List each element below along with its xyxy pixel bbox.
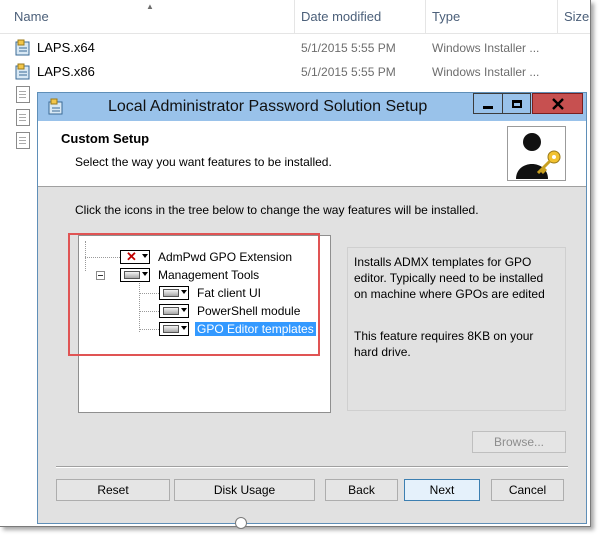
maximize-icon (511, 99, 522, 108)
banner-heading: Custom Setup (61, 131, 150, 146)
file-name: LAPS.x64 (37, 40, 95, 55)
column-divider[interactable] (557, 0, 558, 33)
document-icon[interactable] (16, 86, 30, 103)
file-date: 5/1/2015 5:55 PM (301, 65, 396, 79)
divider (56, 466, 568, 468)
close-icon (551, 97, 564, 110)
feature-description: Installs ADMX templates for GPO editor. … (354, 255, 545, 301)
minimize-icon (483, 106, 493, 109)
back-button[interactable]: Back (325, 479, 398, 501)
installer-app-icon (48, 98, 63, 115)
maximize-button[interactable] (502, 93, 531, 114)
dialog-title: Local Administrator Password Solution Se… (108, 98, 428, 115)
banner-subheading: Select the way you want features to be i… (75, 155, 332, 169)
column-type[interactable]: Type (432, 9, 460, 24)
document-icon[interactable] (16, 109, 30, 126)
resize-handle[interactable] (235, 517, 247, 529)
minimize-button[interactable] (473, 93, 502, 114)
file-type: Windows Installer ... (432, 65, 540, 79)
msi-installer-icon (15, 39, 30, 56)
title-bar[interactable]: Local Administrator Password Solution Se… (38, 93, 586, 121)
next-button[interactable]: Next (404, 479, 480, 501)
document-icon[interactable] (16, 132, 30, 149)
reset-button[interactable]: Reset (56, 479, 170, 501)
file-row[interactable]: LAPS.x64 5/1/2015 5:55 PM Windows Instal… (0, 36, 590, 60)
dialog-banner: Custom Setup Select the way you want fea… (38, 121, 586, 187)
disk-usage-button[interactable]: Disk Usage (174, 479, 315, 501)
screenshot-frame: ▲ Name Date modified Type Size LAPS.x64 … (0, 0, 591, 527)
cancel-button[interactable]: Cancel (491, 479, 564, 501)
feature-description-panel: Installs ADMX templates for GPO editor. … (347, 247, 566, 411)
column-divider[interactable] (294, 0, 295, 33)
feature-requirement: This feature requires 8KB on your hard d… (354, 329, 534, 359)
close-button[interactable] (532, 93, 583, 114)
file-type: Windows Installer ... (432, 41, 540, 55)
annotation-highlight-box (68, 233, 320, 356)
admin-key-icon (507, 126, 566, 181)
column-divider[interactable] (425, 0, 426, 33)
file-row[interactable]: LAPS.x86 5/1/2015 5:55 PM Windows Instal… (0, 60, 590, 84)
sort-ascending-icon: ▲ (146, 2, 154, 11)
column-size[interactable]: Size (564, 9, 589, 24)
file-list-header: ▲ Name Date modified Type Size (0, 0, 590, 34)
msi-installer-icon (15, 63, 30, 80)
instructions-text: Click the icons in the tree below to cha… (75, 203, 479, 217)
browse-button[interactable]: Browse... (472, 431, 566, 453)
column-date-modified[interactable]: Date modified (301, 9, 381, 24)
file-date: 5/1/2015 5:55 PM (301, 41, 396, 55)
column-name[interactable]: Name (14, 9, 49, 24)
file-name: LAPS.x86 (37, 64, 95, 79)
